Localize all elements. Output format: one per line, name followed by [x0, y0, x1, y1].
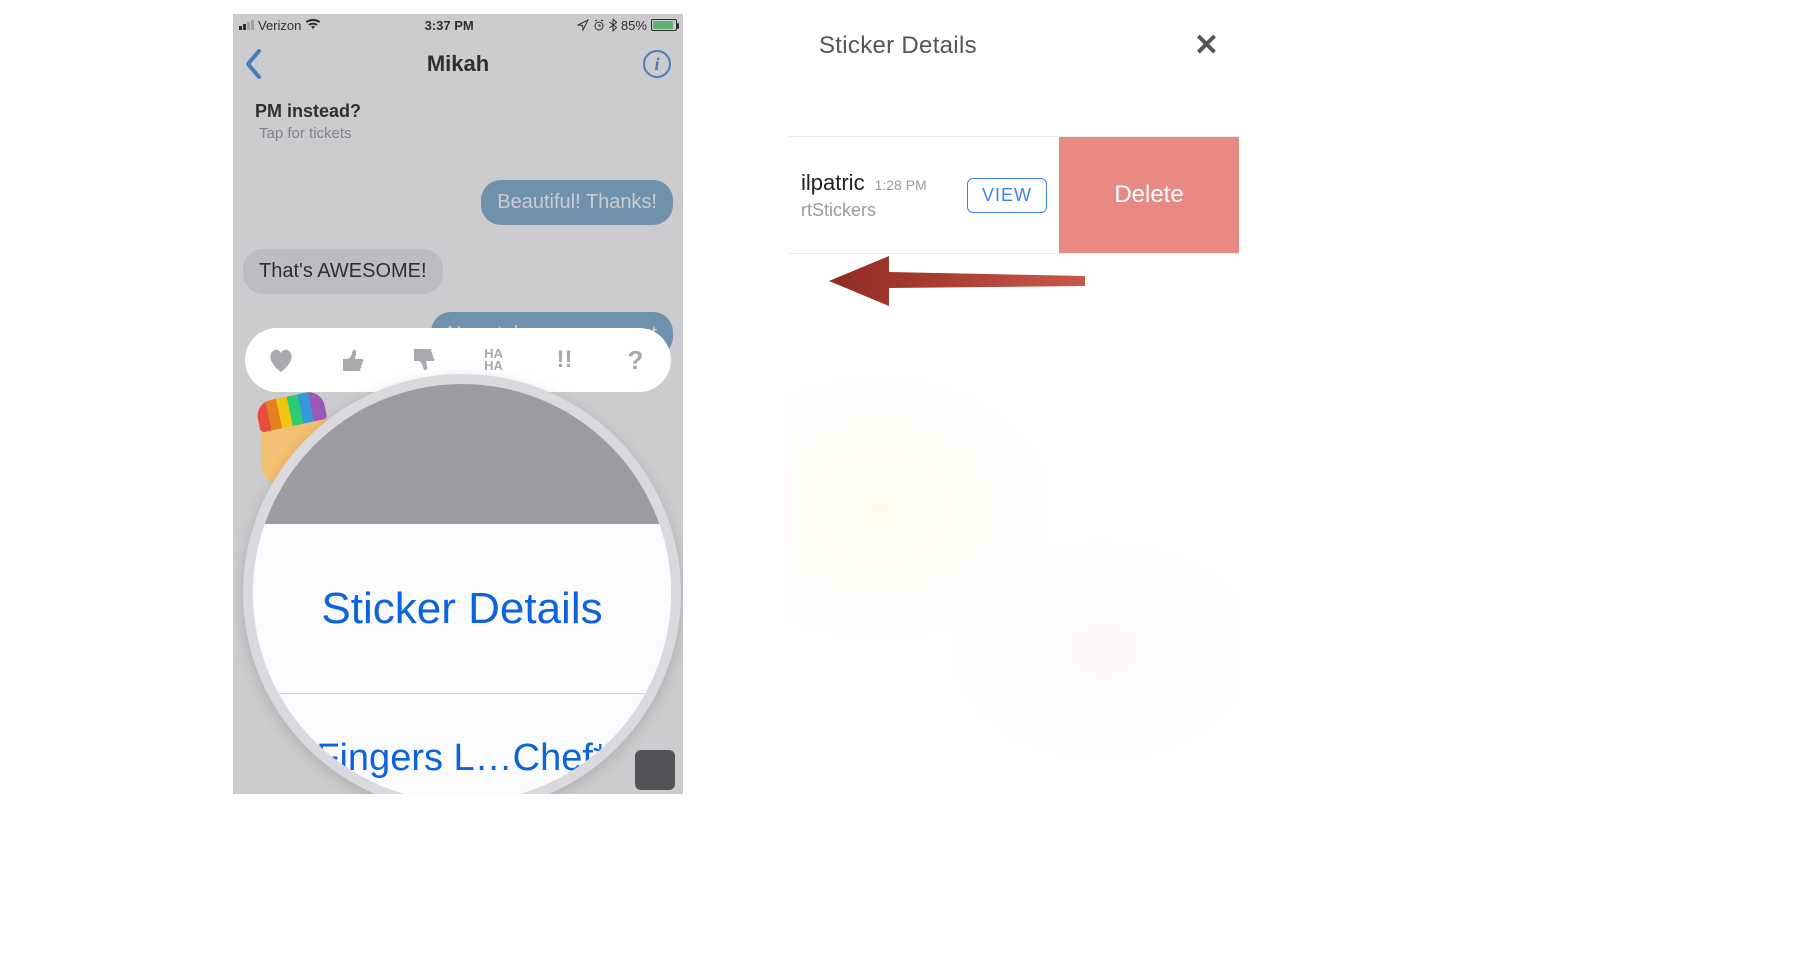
- status-left: Verizon: [239, 18, 321, 33]
- phone-screenshot-right: Sticker Details ✕ ilpatric 1:28 PM rtSti…: [789, 14, 1239, 794]
- sticker-row[interactable]: ilpatric 1:28 PM rtStickers VIEW Delete: [789, 136, 1239, 254]
- battery-pct: 85%: [621, 18, 647, 33]
- outgoing-message[interactable]: Beautiful! Thanks!: [243, 180, 673, 225]
- wifi-icon: [305, 18, 321, 33]
- tapback-thumbs-up[interactable]: [330, 338, 374, 382]
- tap-for-tickets[interactable]: Tap for tickets: [259, 125, 352, 142]
- battery-icon: [651, 19, 677, 31]
- sticker-time: 1:28 PM: [875, 177, 927, 193]
- sticker-pack-fragment: rtStickers: [801, 200, 967, 221]
- alarm-icon: [593, 19, 605, 31]
- view-button[interactable]: VIEW: [967, 178, 1047, 213]
- status-bar: Verizon 3:37 PM 85%: [233, 14, 683, 36]
- signal-bars-icon: [239, 20, 254, 30]
- sticker-details-header: Sticker Details ✕: [789, 14, 1239, 78]
- page-title: Sticker Details: [819, 32, 977, 60]
- tapback-question[interactable]: ?: [614, 338, 658, 382]
- carrier-label: Verizon: [258, 18, 301, 33]
- swipe-left-arrow-icon: [825, 254, 1085, 308]
- conversation-title: Mikah: [233, 51, 683, 77]
- msg-text: That's AWESOME!: [243, 249, 443, 294]
- close-button[interactable]: ✕: [1194, 31, 1219, 61]
- zoom-overlay-top: [253, 384, 671, 524]
- bluetooth-icon: [609, 18, 617, 32]
- zoom-magnifier: Sticker Details Fingers L…Chef*: [243, 374, 681, 794]
- tapback-exclaim[interactable]: !!: [543, 338, 587, 382]
- incoming-message[interactable]: That's AWESOME!: [243, 249, 673, 294]
- status-time: 3:37 PM: [425, 18, 474, 33]
- delete-button[interactable]: Delete: [1059, 137, 1239, 253]
- location-icon: [577, 19, 589, 31]
- sticker-details-body: ilpatric 1:28 PM rtStickers VIEW Delete: [789, 78, 1239, 794]
- msg-text: PM instead?: [255, 100, 361, 123]
- sticker-info: ilpatric 1:28 PM rtStickers: [789, 170, 967, 221]
- phone-screenshot-left: Verizon 3:37 PM 85% Mikah i: [233, 14, 683, 794]
- tapback-heart[interactable]: [259, 338, 303, 382]
- status-right: 85%: [577, 18, 677, 33]
- incoming-message[interactable]: PM instead? Tap for tickets: [243, 100, 673, 142]
- msg-text: Beautiful! Thanks!: [481, 180, 673, 225]
- nav-bar: Mikah i: [233, 36, 683, 92]
- sender-name-fragment: ilpatric: [801, 170, 865, 196]
- sticker-details-option[interactable]: Sticker Details: [253, 524, 671, 694]
- secondary-option[interactable]: Fingers L…Chef*: [253, 694, 671, 794]
